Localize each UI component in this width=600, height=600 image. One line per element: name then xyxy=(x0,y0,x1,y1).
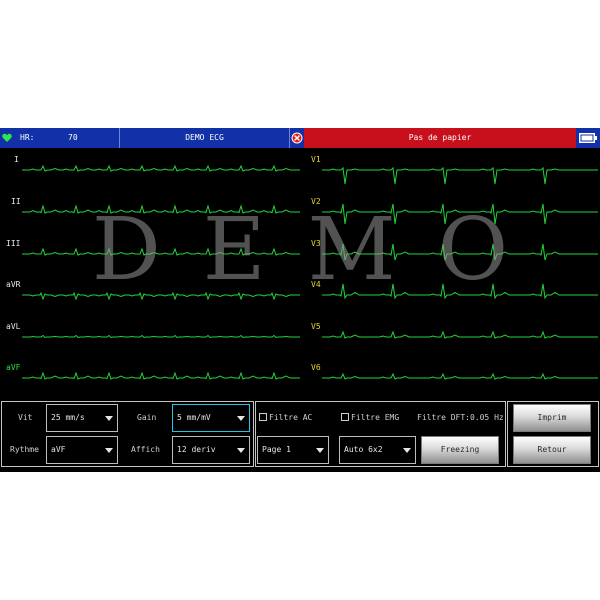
chevron-down-icon xyxy=(237,416,245,421)
format-select[interactable]: Auto 6x2 xyxy=(339,436,416,464)
trace-v2 xyxy=(322,203,598,225)
speed-select[interactable]: 25 mm/s xyxy=(46,404,118,432)
display-label: Affich xyxy=(131,445,160,454)
chevron-down-icon xyxy=(237,448,245,453)
heart-rate-panel: HR: 70 xyxy=(0,128,120,148)
alert-message: Pas de papier xyxy=(304,128,576,148)
lead-label-v6: V6 xyxy=(311,363,321,372)
ecg-traces xyxy=(22,164,598,380)
trace-iii xyxy=(22,247,300,256)
trace-avf xyxy=(22,371,300,380)
alarm-muted-icon xyxy=(291,132,303,144)
lead-label-i: I xyxy=(14,155,19,164)
hr-value: 70 xyxy=(68,133,78,142)
alarm-panel[interactable] xyxy=(290,128,304,148)
status-bar: HR: 70 DEMO ECG Pas de papier xyxy=(0,128,600,148)
lead-label-iii: III xyxy=(6,239,21,248)
lead-label-avf: aVF xyxy=(6,363,21,372)
rhythm-select[interactable]: aVF xyxy=(46,436,118,464)
trace-v4 xyxy=(322,283,598,300)
trace-v3 xyxy=(322,243,598,261)
hr-label: HR: xyxy=(20,133,35,142)
display-value: 12 deriv xyxy=(177,445,216,454)
battery-panel xyxy=(576,128,600,148)
trace-ii xyxy=(22,204,300,214)
page-value: Page 1 xyxy=(262,445,291,454)
trace-avl xyxy=(22,334,300,339)
checkbox-icon xyxy=(341,413,349,421)
lead-label-avl: aVL xyxy=(6,322,21,331)
filter-dft-label: Filtre DFT:0.05 Hz xyxy=(417,413,504,422)
trace-i xyxy=(22,164,300,172)
chevron-down-icon xyxy=(316,448,324,453)
checkbox-icon xyxy=(259,413,267,421)
speed-value: 25 mm/s xyxy=(51,413,85,422)
rhythm-value: aVF xyxy=(51,445,66,454)
ecg-monitor-screen: HR: 70 DEMO ECG Pas de papier DEMO I II … xyxy=(0,128,600,472)
gain-label: Gain xyxy=(137,413,157,422)
trace-avr xyxy=(22,291,300,301)
filter-ac-label: Filtre AC xyxy=(269,413,313,422)
trace-v5 xyxy=(322,330,598,339)
lead-label-v1: V1 xyxy=(311,155,321,164)
filter-ac-checkbox[interactable]: Filtre AC xyxy=(259,413,312,423)
lead-label-v2: V2 xyxy=(311,197,321,206)
battery-icon xyxy=(579,133,597,143)
filter-emg-label: Filtre EMG xyxy=(351,413,400,422)
ecg-waveform-area: DEMO I II III aVR aVL aVF V1 V2 V3 V4 V5… xyxy=(0,148,600,400)
page-select[interactable]: Page 1 xyxy=(257,436,329,464)
lead-label-v4: V4 xyxy=(311,280,321,289)
lead-label-v5: V5 xyxy=(311,322,321,331)
chevron-down-icon xyxy=(403,448,411,453)
chevron-down-icon xyxy=(105,448,113,453)
rhythm-label: Rythme xyxy=(10,445,39,454)
heart-icon xyxy=(2,133,12,142)
lead-label-ii: II xyxy=(11,197,21,206)
gain-value: 5 mm/mV xyxy=(177,413,211,422)
chevron-down-icon xyxy=(105,416,113,421)
device-title: DEMO ECG xyxy=(120,128,290,148)
trace-v6 xyxy=(322,372,598,380)
freeze-button[interactable]: Freezing xyxy=(421,436,499,464)
back-button[interactable]: Retour xyxy=(513,436,591,464)
format-value: Auto 6x2 xyxy=(344,445,383,454)
speed-label: Vit xyxy=(18,413,33,422)
lead-label-v3: V3 xyxy=(311,239,321,248)
print-button[interactable]: Imprim xyxy=(513,404,591,432)
control-panel: Vit 25 mm/s Gain 5 mm/mV Rythme aVF Affi… xyxy=(0,400,600,472)
lead-label-avr: aVR xyxy=(6,280,21,289)
filter-emg-checkbox[interactable]: Filtre EMG xyxy=(341,413,399,423)
trace-v1 xyxy=(322,166,598,185)
gain-select[interactable]: 5 mm/mV xyxy=(172,404,250,432)
display-select[interactable]: 12 deriv xyxy=(172,436,250,464)
